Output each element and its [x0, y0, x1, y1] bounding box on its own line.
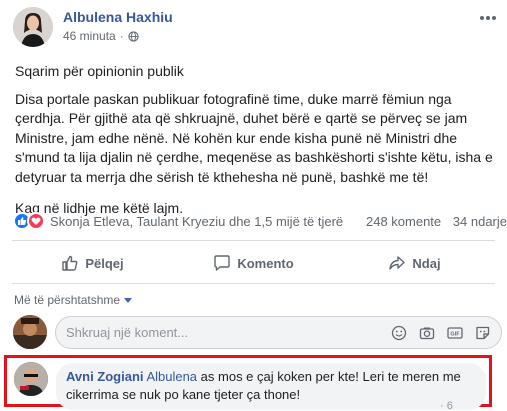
facebook-post: Albulena Haxhiu 46 minuta · Sqarim për o… — [0, 0, 507, 411]
sticker-icon[interactable] — [475, 325, 491, 341]
comment-count[interactable]: 248 komente — [366, 214, 441, 229]
comment-composer: GIF — [55, 316, 502, 349]
globe-icon — [128, 30, 139, 42]
commenter-name[interactable]: Avni Zogiani — [66, 369, 144, 384]
comment-sort-dropdown[interactable]: Më të përshtatshme — [14, 293, 133, 307]
share-button[interactable]: Ndaj — [334, 245, 495, 281]
post-text: Sqarim për opinionin publik Disa portale… — [15, 62, 495, 231]
share-label: Ndaj — [412, 255, 441, 271]
comment-footer: · 6 — [440, 400, 453, 411]
composer-tools: GIF — [391, 325, 491, 341]
comment-input[interactable] — [66, 325, 391, 340]
comment-bubble: Avni Zogiani Albulena as mos e çaj koken… — [56, 363, 486, 410]
love-reaction-icon — [27, 212, 45, 230]
post-actions: Pëlqej Komento Ndaj — [12, 245, 495, 281]
reactions-bar: Skonja Etleva, Taulant Kryeziu dhe 1,5 m… — [13, 211, 507, 231]
divider — [12, 283, 495, 284]
reaction-icons[interactable] — [13, 212, 45, 230]
divider — [12, 240, 495, 241]
post-meta: 46 minuta · — [63, 29, 139, 43]
svg-text:GIF: GIF — [450, 331, 460, 337]
author-avatar[interactable] — [13, 7, 53, 47]
engagement-counts: 248 komente 34 ndarje — [358, 214, 507, 229]
post-time[interactable]: 46 minuta — [63, 29, 116, 43]
author-name[interactable]: Albulena Haxhiu — [63, 9, 173, 25]
reaction-names[interactable]: Skonja Etleva, Taulant Kryeziu dhe 1,5 m… — [50, 214, 358, 229]
commenter-avatar[interactable] — [14, 362, 48, 396]
comment-icon — [214, 255, 231, 271]
share-icon — [389, 256, 406, 270]
share-count[interactable]: 34 ndarje — [453, 214, 507, 229]
camera-icon[interactable] — [419, 325, 435, 341]
gif-icon[interactable]: GIF — [447, 325, 463, 341]
comment-button[interactable]: Komento — [173, 245, 334, 281]
comment-label: Komento — [237, 255, 294, 271]
mentioned-user[interactable]: Albulena — [146, 369, 197, 384]
current-user-avatar[interactable] — [13, 315, 47, 349]
like-button[interactable]: Pëlqej — [12, 245, 173, 281]
more-options-icon[interactable] — [479, 8, 497, 26]
chevron-down-icon — [124, 297, 133, 303]
emoji-icon[interactable] — [391, 325, 407, 341]
like-label: Pëlqej — [85, 255, 124, 271]
post-paragraph: Disa portale paskan publikuar fotografin… — [15, 90, 493, 185]
comment-sort-label: Më të përshtatshme — [14, 293, 121, 307]
thumbs-up-icon — [62, 255, 78, 271]
post-paragraph: Sqarim për opinionin publik — [15, 63, 184, 79]
